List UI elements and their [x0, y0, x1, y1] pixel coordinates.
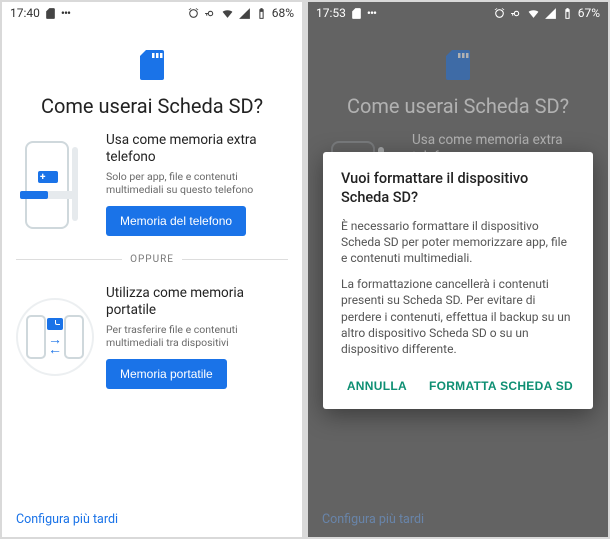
sd-card-icon: [350, 7, 363, 20]
phone-right: 17:53 ••• 67% Come userai Scheda SD?: [308, 2, 608, 537]
dialog-title: Vuoi formattare il dispositivo Scheda SD…: [341, 170, 575, 208]
status-battery: 68%: [272, 6, 294, 20]
phone-storage-button[interactable]: Memoria del telefono: [106, 206, 246, 236]
signal-icon: [544, 7, 557, 20]
illustration-phone-storage: +: [16, 132, 94, 236]
alarm-icon: [187, 7, 200, 20]
page-body: Come userai Scheda SD? + Usa come memori…: [2, 24, 302, 537]
option2-desc: Per trasferire file e contenuti multimed…: [106, 323, 284, 349]
vpn-key-icon: [204, 7, 217, 20]
status-battery: 67%: [578, 6, 600, 20]
option1-desc: Solo per app, file e contenuti multimedi…: [106, 170, 284, 196]
phone-left: 17:40 ••• 68% Come userai Scheda SD?: [2, 2, 302, 537]
cancel-button[interactable]: ANNULLA: [345, 371, 409, 401]
vpn-key-icon: [510, 7, 523, 20]
configure-later-link[interactable]: Configura più tardi: [16, 512, 118, 527]
option-portable-storage: →← Utilizza come memoria portatile Per t…: [2, 271, 302, 395]
illustration-portable-storage: →←: [16, 285, 94, 389]
option1-title: Usa come memoria extra telefono: [106, 132, 284, 166]
status-time: 17:53: [316, 6, 346, 20]
page-body: Come userai Scheda SD? + Usa come memori…: [308, 24, 608, 537]
alarm-icon: [493, 7, 506, 20]
status-time: 17:40: [10, 6, 40, 20]
more-icon: •••: [367, 6, 376, 20]
option-phone-storage: + Usa come memoria extra telefono Solo p…: [2, 118, 302, 242]
dialog-text-2: La formattazione cancellerà i contenuti …: [341, 276, 575, 357]
option2-title: Utilizza come memoria portatile: [106, 285, 284, 319]
signal-icon: [238, 7, 251, 20]
status-bar: 17:40 ••• 68%: [2, 2, 302, 24]
battery-icon: [561, 7, 574, 20]
more-icon: •••: [61, 6, 70, 20]
sd-card-hero-icon: [140, 50, 164, 80]
sd-card-icon: [44, 7, 57, 20]
page-title: Come userai Scheda SD?: [2, 94, 302, 118]
wifi-icon: [527, 7, 540, 20]
portable-storage-button[interactable]: Memoria portatile: [106, 359, 227, 389]
divider-label: OPPURE: [130, 254, 174, 265]
format-confirm-button[interactable]: FORMATTA SCHEDA SD: [427, 371, 575, 401]
status-bar: 17:53 ••• 67%: [308, 2, 608, 24]
format-dialog: Vuoi formattare il dispositivo Scheda SD…: [323, 152, 593, 409]
dialog-text-1: È necessario formattare il dispositivo S…: [341, 218, 575, 267]
dialog-scrim: Vuoi formattare il dispositivo Scheda SD…: [308, 24, 608, 537]
wifi-icon: [221, 7, 234, 20]
battery-icon: [255, 7, 268, 20]
divider: OPPURE: [2, 254, 302, 265]
